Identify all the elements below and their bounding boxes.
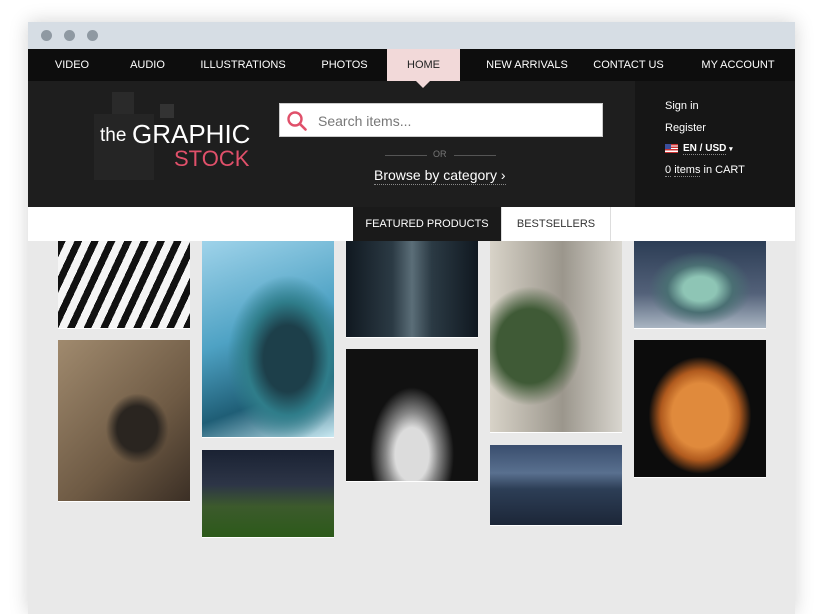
logo-square	[112, 92, 134, 114]
sign-in-link[interactable]: Sign in	[665, 100, 699, 112]
nav-item-home[interactable]: HOME	[387, 49, 460, 81]
browse-label: Browse by category	[374, 167, 497, 183]
logo-square	[160, 104, 174, 118]
photo-dark-face[interactable]	[346, 349, 478, 482]
divider	[454, 155, 496, 156]
window-dot-icon[interactable]	[87, 30, 98, 41]
main-nav: VIDEO AUDIO ILLUSTRATIONS PHOTOS HOME NE…	[28, 49, 795, 81]
register-link[interactable]: Register	[665, 122, 706, 134]
photo-statue-sculpture[interactable]	[58, 340, 190, 502]
photo-lake-mountains[interactable]	[490, 445, 622, 526]
browser-window: VIDEO AUDIO ILLUSTRATIONS PHOTOS HOME NE…	[28, 22, 795, 614]
photo-dark-forest[interactable]	[346, 241, 478, 338]
cart-count: 0	[665, 164, 672, 177]
nav-item-video[interactable]: VIDEO	[28, 49, 116, 81]
nav-item-my-account[interactable]: MY ACCOUNT	[693, 49, 783, 81]
photo-ginger-cat[interactable]	[634, 340, 766, 478]
nav-item-contact-us[interactable]: CONTACT US	[586, 49, 671, 81]
nav-item-photos[interactable]: PHOTOS	[307, 49, 382, 81]
nav-item-audio[interactable]: AUDIO	[116, 49, 179, 81]
cart-suffix: in CART	[703, 164, 745, 176]
tab-featured-products[interactable]: FEATURED PRODUCTS	[353, 207, 501, 241]
caret-down-icon: ▾	[729, 146, 733, 153]
window-dot-icon[interactable]	[64, 30, 75, 41]
nav-active-arrow	[416, 81, 430, 88]
locale-selector[interactable]: EN / USD ▾	[683, 143, 733, 155]
search-input[interactable]	[316, 104, 600, 138]
logo-text-stock: STOCK	[174, 146, 250, 171]
chevron-right-icon: ›	[500, 167, 506, 183]
divider	[385, 155, 427, 156]
us-flag-icon	[665, 144, 678, 153]
photo-girl-double-exposure[interactable]	[490, 241, 622, 433]
search-box	[279, 103, 603, 138]
browser-titlebar	[28, 22, 795, 49]
photo-milky-way-field[interactable]	[202, 450, 334, 538]
cart-items-label: items	[674, 164, 701, 177]
photo-ocean-wave[interactable]	[202, 241, 334, 438]
or-label: OR	[433, 149, 447, 159]
nav-item-new-arrivals[interactable]: NEW ARRIVALS	[468, 49, 586, 81]
tab-bestsellers[interactable]: BESTSELLERS	[501, 207, 611, 241]
nav-item-illustrations[interactable]: ILLUSTRATIONS	[179, 49, 307, 81]
search-icon[interactable]	[286, 110, 308, 132]
browse-by-category-link[interactable]: Browse by category ›	[374, 167, 506, 185]
locale-label: EN / USD	[683, 143, 727, 155]
photo-stormy-wave[interactable]	[634, 241, 766, 329]
window-dot-icon[interactable]	[41, 30, 52, 41]
logo-text-the: the	[100, 125, 127, 146]
cart-link[interactable]: 0 items in CART	[665, 164, 745, 177]
photo-striped-stairs[interactable]	[58, 241, 190, 329]
